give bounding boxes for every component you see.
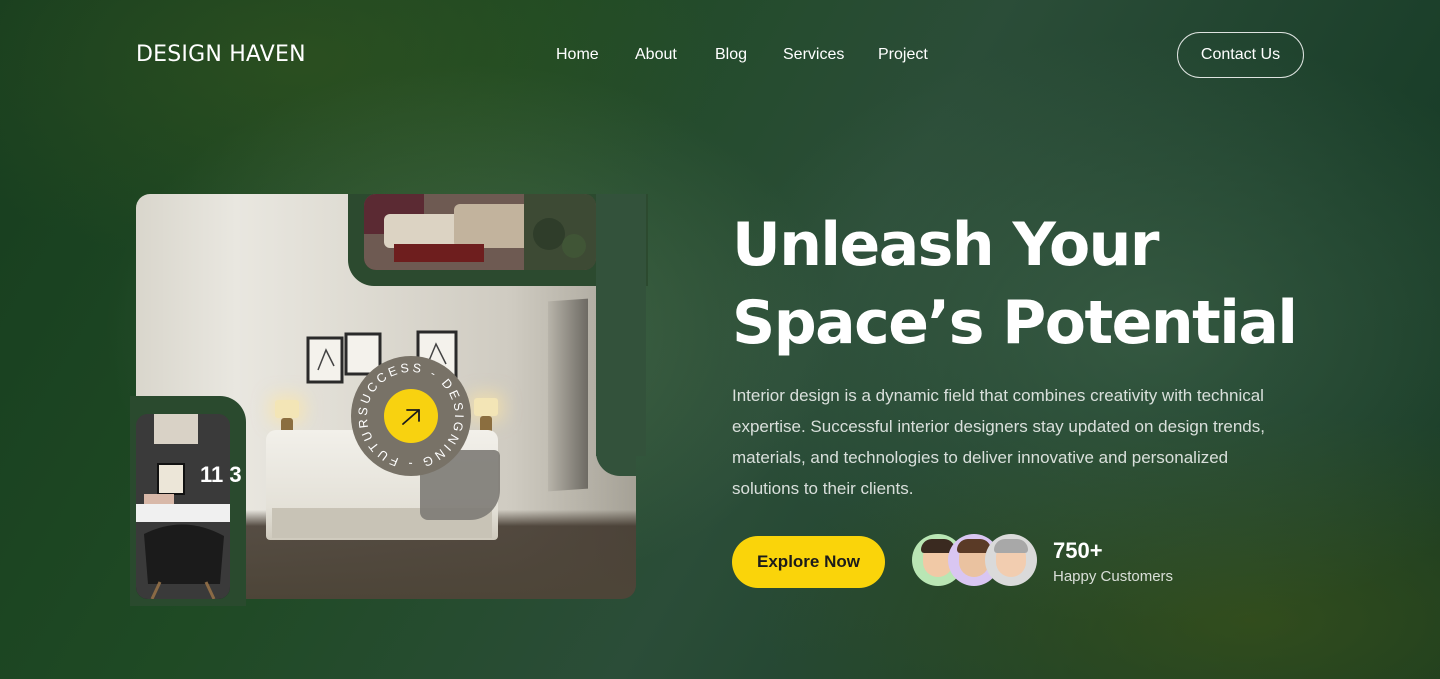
hero-title-line-1: Unleash Your xyxy=(732,210,1159,280)
right-lamp-shade xyxy=(474,398,498,416)
nav-item-about[interactable]: About xyxy=(635,46,677,64)
floor-mirror xyxy=(548,298,588,492)
success-badge[interactable]: SUCCESS - DESIGNING - FUTURE - xyxy=(351,356,471,476)
hero-title-line-2: Space’s Potential xyxy=(732,288,1298,358)
living-room-graphic xyxy=(364,194,596,270)
avatar-hair-3 xyxy=(994,539,1028,553)
hero-title: Unleash Your Space’s Potential xyxy=(732,206,1298,362)
office-image xyxy=(136,414,230,599)
arrow-up-right-icon xyxy=(402,409,420,425)
customers-label: Happy Customers xyxy=(1053,568,1174,585)
nav-item-project[interactable]: Project xyxy=(878,46,928,64)
living-room-image xyxy=(364,194,596,270)
collage-cutout-right xyxy=(596,194,646,456)
avatar-face-3 xyxy=(994,539,1028,577)
office-clock-text: 11 3 xyxy=(200,462,242,487)
contact-us-button[interactable]: Contact Us xyxy=(1177,32,1304,78)
hero-description: Interior design is a dynamic field that … xyxy=(732,386,1265,498)
explore-now-button[interactable]: Explore Now xyxy=(732,536,885,588)
customer-avatar-3 xyxy=(985,534,1037,586)
customers-count: 750+ xyxy=(1053,538,1103,563)
left-lamp-shade xyxy=(275,400,299,418)
badge-center xyxy=(384,389,438,443)
office-graphic xyxy=(136,414,230,599)
nav-item-blog[interactable]: Blog xyxy=(715,46,747,64)
nav-item-services[interactable]: Services xyxy=(783,46,844,64)
brand-logo[interactable]: DESIGN HAVEN xyxy=(136,42,306,67)
nav-item-home[interactable]: Home xyxy=(556,46,599,64)
